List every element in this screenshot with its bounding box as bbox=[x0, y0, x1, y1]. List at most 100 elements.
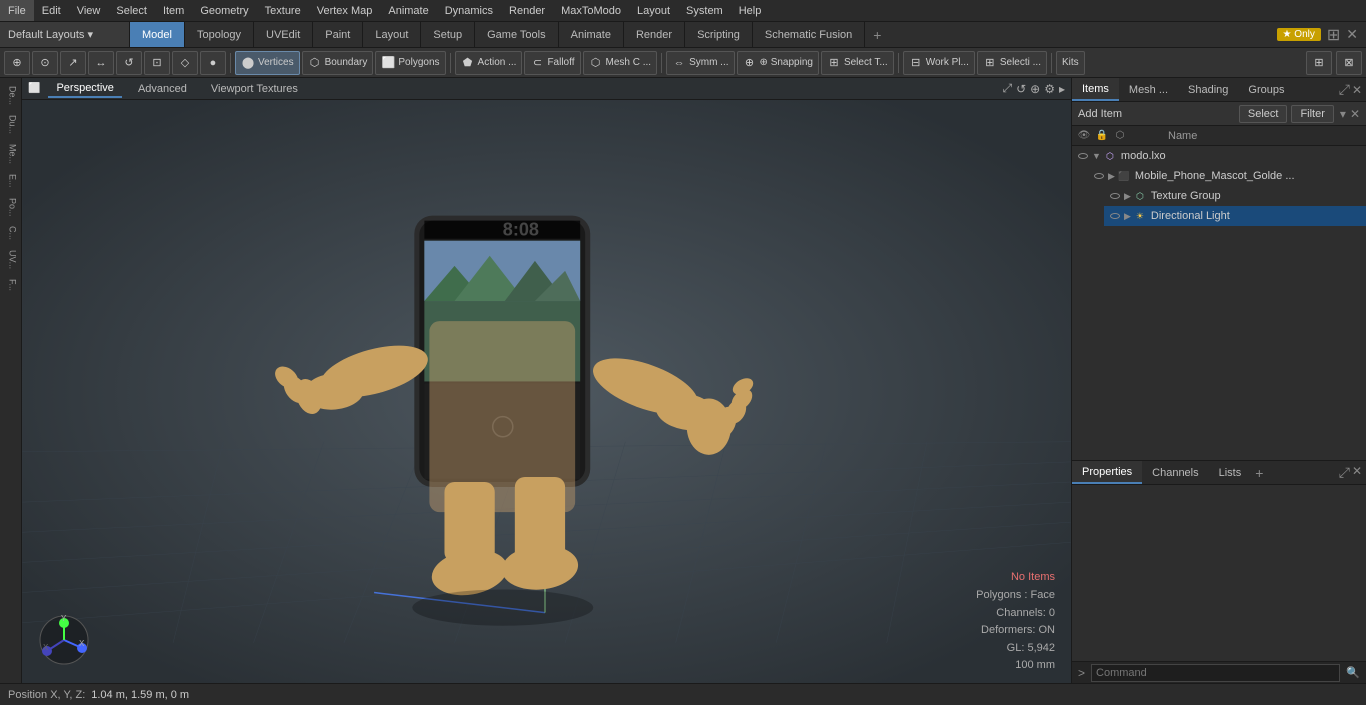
tab-add-button[interactable]: + bbox=[865, 22, 889, 47]
tab-layout[interactable]: Layout bbox=[363, 22, 421, 47]
viewport-content[interactable]: 8:08 bbox=[22, 100, 1071, 683]
items-tab-shading[interactable]: Shading bbox=[1178, 78, 1238, 101]
vertices-btn[interactable]: ⬤ Vertices bbox=[235, 51, 300, 75]
command-input[interactable] bbox=[1091, 664, 1340, 682]
props-tab-channels[interactable]: Channels bbox=[1142, 461, 1208, 484]
sidebar-item-uv[interactable]: UV... bbox=[2, 246, 20, 273]
tab-bar-close[interactable]: ✕ bbox=[1346, 26, 1358, 43]
command-search-icon[interactable]: 🔍 bbox=[1346, 666, 1360, 679]
tool-dot[interactable]: ● bbox=[200, 51, 226, 75]
render-icon[interactable]: ⬡ bbox=[1112, 128, 1128, 144]
tab-schematic[interactable]: Schematic Fusion bbox=[753, 22, 865, 47]
tab-scripting[interactable]: Scripting bbox=[685, 22, 753, 47]
tool-diamond[interactable]: ◇ bbox=[172, 51, 198, 75]
sidebar-item-po[interactable]: Po... bbox=[2, 194, 20, 221]
items-tab-items[interactable]: Items bbox=[1072, 78, 1119, 101]
item-row-dirlight[interactable]: ▶ ☀ Directional Light bbox=[1104, 206, 1366, 226]
items-close-icon[interactable]: ✕ bbox=[1352, 83, 1362, 97]
sidebar-item-du[interactable]: Du... bbox=[2, 111, 20, 138]
kits-btn[interactable]: Kits bbox=[1056, 51, 1085, 75]
symm-btn[interactable]: ⇔ Symm ... bbox=[666, 51, 734, 75]
menu-edit[interactable]: Edit bbox=[34, 0, 69, 21]
vp-tab-perspective[interactable]: Perspective bbox=[48, 80, 121, 98]
menu-system[interactable]: System bbox=[678, 0, 731, 21]
sidebar-item-f[interactable]: F... bbox=[2, 275, 20, 295]
vp-tab-advanced[interactable]: Advanced bbox=[130, 81, 195, 97]
menu-texture[interactable]: Texture bbox=[257, 0, 309, 21]
tool-select-4[interactable]: ↔ bbox=[88, 51, 114, 75]
tool-select-3[interactable]: ↗ bbox=[60, 51, 86, 75]
props-tab-add-icon[interactable]: + bbox=[1255, 465, 1263, 481]
toolbar-icon-2[interactable]: ⊠ bbox=[1336, 51, 1362, 75]
boundary-btn[interactable]: ⬡ Boundary bbox=[302, 51, 374, 75]
falloff-btn[interactable]: ⊂ Falloff bbox=[524, 51, 580, 75]
workplane-btn[interactable]: ⊟ Work Pl... bbox=[903, 51, 975, 75]
menu-dynamics[interactable]: Dynamics bbox=[437, 0, 501, 21]
menu-animate[interactable]: Animate bbox=[380, 0, 436, 21]
items-tab-groups[interactable]: Groups bbox=[1238, 78, 1294, 101]
tool-rotate[interactable]: ↺ bbox=[116, 51, 142, 75]
sidebar-item-de[interactable]: De... bbox=[2, 82, 20, 109]
menu-render[interactable]: Render bbox=[501, 0, 553, 21]
add-item-filter-btn[interactable]: Filter bbox=[1291, 105, 1333, 123]
snapping-btn[interactable]: ⊕ ⊕ Snapping bbox=[737, 51, 819, 75]
menu-layout[interactable]: Layout bbox=[629, 0, 678, 21]
items-tab-mesh[interactable]: Mesh ... bbox=[1119, 78, 1178, 101]
viewport-handle[interactable]: ⬜ bbox=[28, 83, 40, 94]
menu-select[interactable]: Select bbox=[108, 0, 155, 21]
tab-game-tools[interactable]: Game Tools bbox=[475, 22, 559, 47]
vp-expand-icon[interactable]: ⤢ bbox=[1002, 81, 1012, 96]
menu-vertex-map[interactable]: Vertex Map bbox=[309, 0, 381, 21]
vp-search-icon[interactable]: ⊕ bbox=[1030, 82, 1040, 96]
viewport-3d[interactable]: 8:08 bbox=[22, 100, 1071, 683]
tab-setup[interactable]: Setup bbox=[421, 22, 475, 47]
lock-icon[interactable]: 🔒 bbox=[1094, 128, 1110, 144]
selecti-btn[interactable]: ⊞ Selecti ... bbox=[977, 51, 1047, 75]
select-t-btn[interactable]: ⊞ Select T... bbox=[821, 51, 894, 75]
item-eye-dirlight[interactable] bbox=[1108, 209, 1122, 223]
sidebar-item-me[interactable]: Me... bbox=[2, 140, 20, 168]
toolbar-icon-1[interactable]: ⊞ bbox=[1306, 51, 1332, 75]
tab-animate[interactable]: Animate bbox=[559, 22, 624, 47]
tab-render[interactable]: Render bbox=[624, 22, 685, 47]
add-item-down-icon[interactable]: ▾ bbox=[1340, 107, 1346, 121]
props-close-icon[interactable]: ✕ bbox=[1352, 464, 1362, 481]
vp-tab-textures[interactable]: Viewport Textures bbox=[203, 81, 306, 97]
items-expand-icon[interactable]: ⤢ bbox=[1339, 81, 1350, 98]
sidebar-item-c[interactable]: C... bbox=[2, 222, 20, 244]
add-item-select-btn[interactable]: Select bbox=[1239, 105, 1288, 123]
menu-help[interactable]: Help bbox=[731, 0, 770, 21]
mesh-btn[interactable]: ⬡ Mesh C ... bbox=[583, 51, 658, 75]
item-row-mesh[interactable]: ▶ ⬛ Mobile_Phone_Mascot_Golde ... bbox=[1088, 166, 1366, 186]
sidebar-item-e[interactable]: E... bbox=[2, 170, 20, 192]
tab-model[interactable]: Model bbox=[130, 22, 185, 47]
vp-refresh-icon[interactable]: ↺ bbox=[1016, 82, 1026, 96]
item-eye-texgroup[interactable] bbox=[1108, 189, 1122, 203]
vp-settings-icon[interactable]: ⚙ bbox=[1044, 82, 1055, 96]
add-item-close-icon[interactable]: ✕ bbox=[1350, 107, 1360, 121]
item-row-root[interactable]: ▼ ⬡ modo.lxo bbox=[1072, 146, 1366, 166]
action-btn[interactable]: ⬟ Action ... bbox=[455, 51, 523, 75]
polygons-btn[interactable]: ⬜ Polygons bbox=[375, 51, 445, 75]
props-tab-lists[interactable]: Lists bbox=[1209, 461, 1252, 484]
menu-maxtomodo[interactable]: MaxToModo bbox=[553, 0, 629, 21]
tab-paint[interactable]: Paint bbox=[313, 22, 363, 47]
tab-topology[interactable]: Topology bbox=[185, 22, 254, 47]
expand-arrow-texgroup[interactable]: ▶ bbox=[1124, 191, 1131, 202]
expand-arrow-dirlight[interactable]: ▶ bbox=[1124, 211, 1131, 222]
vp-more-icon[interactable]: ▸ bbox=[1059, 82, 1065, 96]
tool-select-1[interactable]: ⊕ bbox=[4, 51, 30, 75]
eye-all-icon[interactable]: 👁 bbox=[1076, 128, 1092, 144]
menu-file[interactable]: File bbox=[0, 0, 34, 21]
menu-view[interactable]: View bbox=[69, 0, 109, 21]
expand-arrow-mesh[interactable]: ▶ bbox=[1108, 171, 1115, 182]
item-eye-mesh[interactable] bbox=[1092, 169, 1106, 183]
tab-bar-expand[interactable]: ⊞ bbox=[1327, 25, 1340, 45]
item-row-texgroup[interactable]: ▶ ⬡ Texture Group bbox=[1104, 186, 1366, 206]
tool-select-2[interactable]: ⊙ bbox=[32, 51, 58, 75]
props-expand-icon[interactable]: ⤢ bbox=[1339, 464, 1350, 481]
props-tab-properties[interactable]: Properties bbox=[1072, 461, 1142, 484]
menu-geometry[interactable]: Geometry bbox=[192, 0, 256, 21]
item-eye-root[interactable] bbox=[1076, 149, 1090, 163]
menu-item[interactable]: Item bbox=[155, 0, 192, 21]
